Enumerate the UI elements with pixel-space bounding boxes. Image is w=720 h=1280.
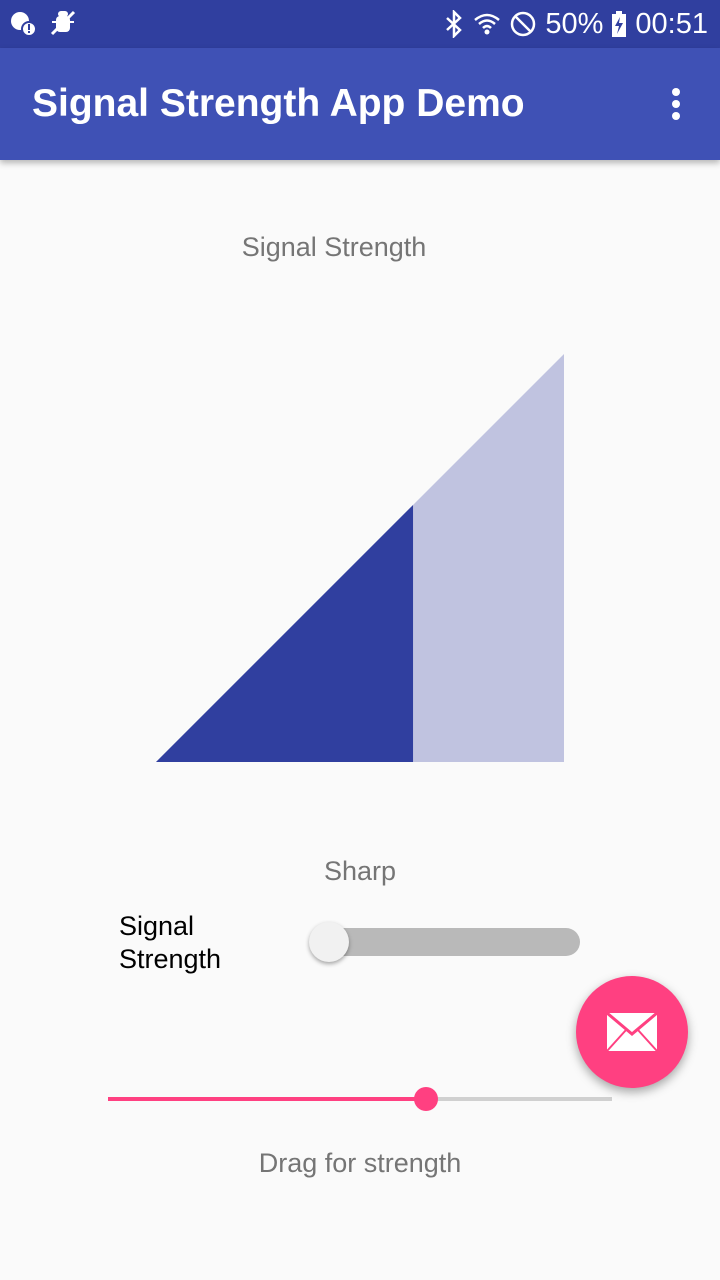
overflow-menu-icon: [672, 88, 680, 120]
strength-slider[interactable]: [108, 1082, 612, 1116]
signal-strength-graphic: [156, 354, 564, 762]
overflow-menu-button[interactable]: [656, 84, 696, 124]
slider-caption: Drag for strength: [258, 1148, 462, 1178]
app-title: Signal Strength App Demo: [32, 82, 525, 125]
status-notifications: [8, 8, 78, 38]
notification-icon: [8, 8, 38, 38]
status-bar: 50% 00:51: [0, 0, 720, 48]
clock: 00:51: [635, 7, 708, 40]
do-not-disturb-icon: [509, 10, 537, 38]
style-label: Sharp: [323, 856, 397, 886]
style-switch-thumb[interactable]: [309, 922, 349, 962]
battery-percent: 50%: [545, 7, 604, 40]
gauge-title: Signal Strength: [241, 232, 427, 262]
debug-icon: [48, 8, 78, 38]
style-switch-track[interactable]: [310, 928, 580, 956]
bluetooth-icon: [443, 10, 465, 38]
main-content: Signal Strength Sharp Signal Strength Dr…: [0, 160, 720, 1280]
status-indicators: 50% 00:51: [443, 0, 708, 48]
app-bar: Signal Strength App Demo: [0, 48, 720, 160]
wifi-icon: [473, 10, 501, 38]
battery-charging-icon: [611, 10, 627, 38]
slider-fill: [108, 1097, 426, 1101]
switch-label: Signal Strength: [119, 911, 222, 974]
slider-thumb[interactable]: [413, 1087, 438, 1111]
email-fab-button[interactable]: [576, 976, 688, 1088]
email-icon: [606, 1012, 658, 1052]
